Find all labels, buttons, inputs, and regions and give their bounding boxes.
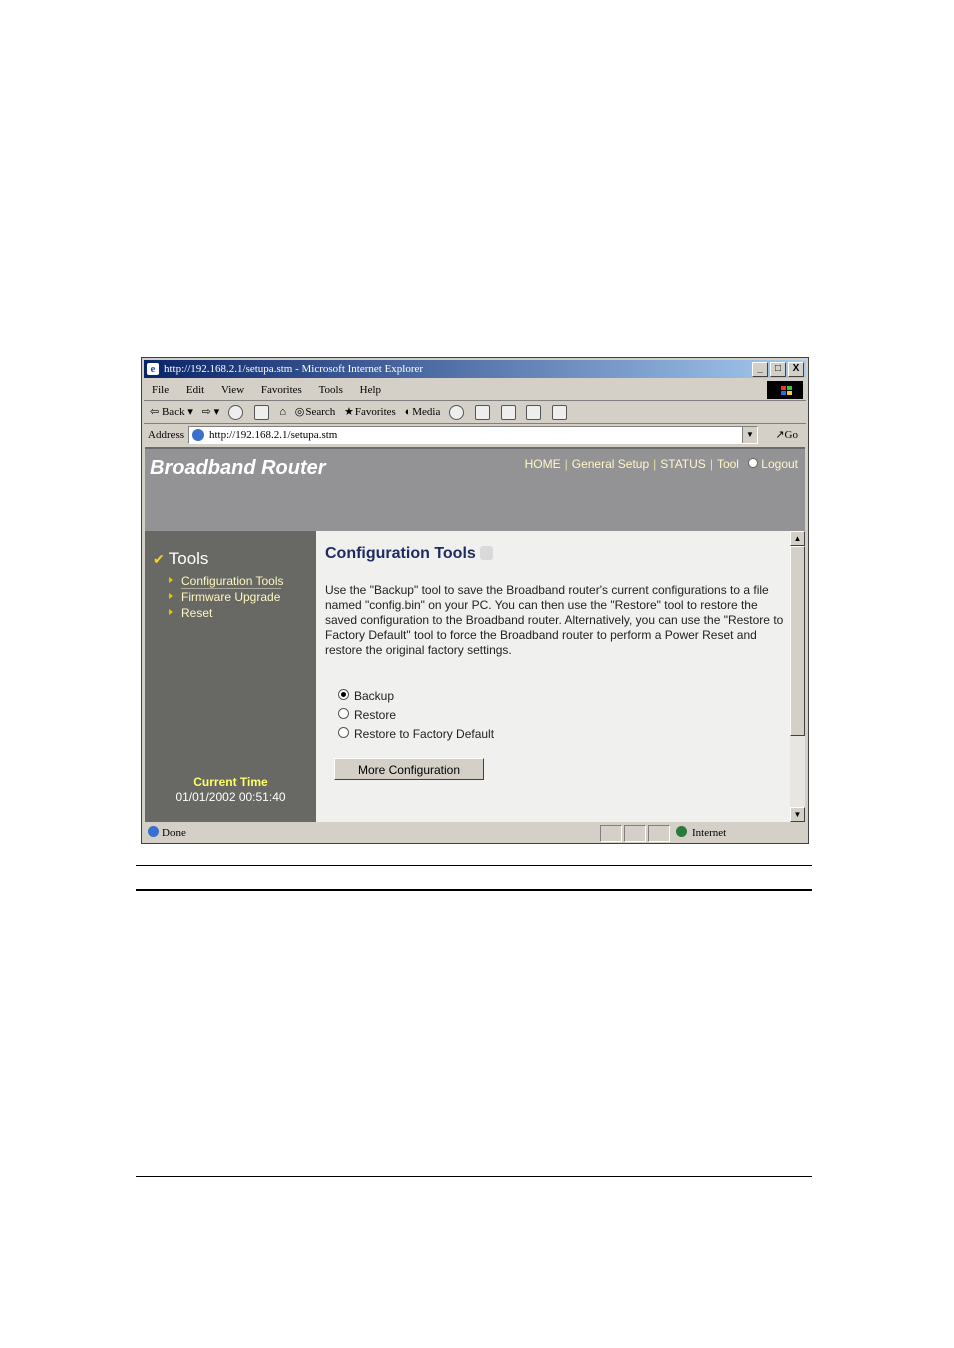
nav-status[interactable]: STATUS: [660, 457, 706, 471]
history-icon[interactable]: [449, 404, 465, 420]
scroll-up-button[interactable]: ▲: [790, 531, 805, 546]
menu-view[interactable]: View: [221, 384, 244, 396]
sidebar-title-text: Tools: [168, 549, 209, 568]
security-zone: Internet: [676, 824, 726, 842]
radio-backup[interactable]: Backup: [338, 687, 494, 706]
page-title-text: Configuration Tools: [325, 545, 476, 562]
windows-logo-icon: [767, 381, 803, 399]
radio-factory-default[interactable]: Restore to Factory Default: [338, 725, 494, 744]
address-dropdown-button[interactable]: ▼: [742, 427, 757, 443]
horizontal-rule: [136, 865, 812, 866]
menu-tools[interactable]: Tools: [319, 384, 343, 396]
stop-icon[interactable]: [227, 404, 243, 420]
top-nav: HOME | General Setup | STATUS | Tool Logout: [524, 457, 798, 471]
address-url: http://192.168.2.1/setupa.stm: [209, 429, 338, 441]
mail-icon[interactable]: [474, 404, 490, 420]
search-button[interactable]: ◎Search: [295, 406, 336, 418]
description-text: Use the "Backup" tool to save the Broadb…: [325, 583, 784, 657]
edit-icon[interactable]: [526, 404, 542, 420]
radio-selected-icon[interactable]: [338, 689, 349, 700]
sidebar-item-reset[interactable]: Reset: [169, 605, 284, 621]
menu-edit[interactable]: Edit: [186, 384, 204, 396]
main-content: Configuration Tools Use the "Backup" too…: [316, 531, 790, 822]
go-button[interactable]: ↗Go: [775, 424, 798, 446]
window-title: http://192.168.2.1/setupa.stm - Microsof…: [164, 363, 424, 375]
discuss-icon[interactable]: [552, 404, 568, 420]
menu-bar: File Edit View Favorites Tools Help: [144, 380, 806, 401]
home-icon[interactable]: ⌂: [279, 406, 286, 418]
status-done-label: Done: [162, 827, 186, 839]
media-button[interactable]: ◐Media: [405, 406, 441, 418]
menu-file[interactable]: File: [152, 384, 169, 396]
maximize-button[interactable]: □: [770, 362, 786, 377]
back-button[interactable]: ⇦ Back ▾: [150, 406, 193, 418]
scroll-down-button[interactable]: ▼: [790, 807, 805, 822]
status-text: Done: [148, 824, 186, 842]
logout-icon: [748, 458, 759, 468]
favorites-label: Favorites: [354, 406, 396, 418]
title-bar: e http://192.168.2.1/setupa.stm - Micros…: [144, 360, 806, 378]
status-cell: [624, 825, 646, 842]
status-cell: [648, 825, 670, 842]
browser-window: e http://192.168.2.1/setupa.stm - Micros…: [141, 357, 809, 844]
nav-logout[interactable]: Logout: [761, 457, 798, 471]
nav-general-setup[interactable]: General Setup: [572, 457, 649, 471]
active-item-underline: [181, 588, 281, 589]
minimize-button[interactable]: _: [752, 362, 768, 377]
radio-factory-default-label: Restore to Factory Default: [354, 727, 495, 741]
address-label: Address: [148, 429, 185, 441]
page-icon: [192, 429, 204, 441]
sidebar-item-firmware-upgrade[interactable]: Firmware Upgrade: [169, 589, 284, 605]
print-icon[interactable]: [500, 404, 516, 420]
menu-help[interactable]: Help: [360, 384, 381, 396]
nav-home[interactable]: HOME: [525, 457, 561, 471]
current-time-value: 01/01/2002 00:51:40: [175, 790, 286, 804]
radio-backup-label: Backup: [354, 689, 395, 703]
favorites-button[interactable]: ★Favorites: [344, 406, 396, 418]
sidebar: ✔ Tools Configuration Tools Firmware Upgr…: [145, 531, 316, 822]
radio-icon[interactable]: [338, 708, 349, 719]
ie-icon: e: [147, 363, 159, 375]
sidebar-item-configuration-tools[interactable]: Configuration Tools: [169, 573, 284, 589]
forward-button[interactable]: ⇨ ▾: [202, 406, 220, 418]
go-label: Go: [784, 429, 798, 441]
status-bar: Done Internet: [144, 824, 806, 842]
radio-restore[interactable]: Restore: [338, 706, 494, 725]
address-bar: Address http://192.168.2.1/setupa.stm ▼ …: [144, 424, 806, 446]
radio-icon[interactable]: [338, 727, 349, 738]
page-title: Configuration Tools: [325, 545, 493, 563]
option-group: Backup Restore Restore to Factory Defaul…: [338, 687, 494, 744]
scroll-thumb[interactable]: [790, 546, 805, 736]
sidebar-title: ✔ Tools: [153, 549, 208, 569]
horizontal-rule: [136, 1176, 812, 1177]
address-input[interactable]: http://192.168.2.1/setupa.stm ▼: [188, 426, 758, 444]
search-label: Search: [305, 406, 336, 418]
check-icon: ✔: [153, 551, 165, 567]
help-icon: [479, 546, 493, 560]
zone-label: Internet: [692, 827, 727, 839]
horizontal-rule: [136, 889, 812, 891]
toolbar: ⇦ Back ▾ ⇨ ▾ ⌂ ◎Search ★Favorites ◐Media: [144, 401, 806, 424]
radio-restore-label: Restore: [354, 708, 397, 722]
menu-favorites[interactable]: Favorites: [261, 384, 302, 396]
page-status-icon: [148, 826, 159, 837]
close-button[interactable]: X: [788, 362, 804, 377]
back-label: Back: [161, 406, 185, 418]
current-time-label: Current Time: [193, 775, 268, 789]
brand-title: Broadband Router: [150, 457, 326, 479]
page-viewport: Broadband Router HOME | General Setup | STAT…: [145, 447, 805, 822]
router-header: Broadband Router HOME | General Setup | STAT…: [145, 447, 805, 533]
media-label: Media: [412, 406, 441, 418]
nav-tool[interactable]: Tool: [717, 457, 739, 471]
refresh-icon[interactable]: [253, 404, 269, 420]
vertical-scrollbar[interactable]: ▲ ▼: [790, 531, 805, 822]
status-cell: [600, 825, 622, 842]
more-configuration-button[interactable]: More Configuration: [334, 758, 484, 780]
globe-icon: [676, 826, 687, 837]
